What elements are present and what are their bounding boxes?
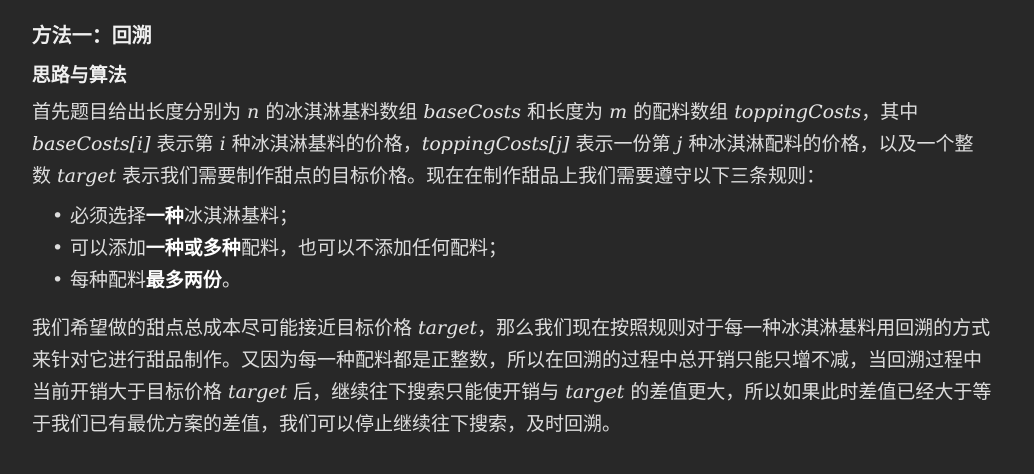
solution-article: 方法一：回溯 思路与算法 首先题目给出长度分别为 n 的冰淇淋基料数组 base… bbox=[0, 0, 1034, 474]
bullet-icon: • bbox=[52, 269, 64, 291]
conclusion-text: 后，继续往下搜索只能使开销与 bbox=[287, 381, 566, 403]
bullet-icon: • bbox=[52, 205, 64, 227]
rule-text: 每种配料 bbox=[70, 269, 147, 291]
math-n: n bbox=[247, 101, 260, 123]
intro-text: 表示第 bbox=[150, 133, 220, 155]
rule-text: 必须选择 bbox=[70, 205, 147, 227]
rule-text: 冰淇淋基料； bbox=[184, 205, 299, 227]
intro-text: 表示我们需要制作甜点的目标价格。现在在制作甜品上我们需要遵守以下三条规则： bbox=[116, 165, 826, 187]
math-target: target bbox=[418, 317, 478, 339]
rule-emphasis: 最多两份 bbox=[146, 269, 223, 291]
rule-text: 。 bbox=[222, 269, 242, 291]
math-m: m bbox=[609, 101, 628, 123]
subsection-heading: 思路与算法 bbox=[32, 64, 128, 86]
intro-text: 表示一份第 bbox=[569, 133, 677, 155]
conclusion-text: 我们希望做的甜点总成本尽可能接近目标价格 bbox=[32, 317, 419, 339]
conclusion-paragraph: 我们希望做的甜点总成本尽可能接近目标价格 target，那么我们现在按照规则对于… bbox=[32, 312, 992, 440]
intro-text: 首先题目给出长度分别为 bbox=[32, 101, 248, 123]
math-basecosts-i: baseCosts[i] bbox=[32, 133, 151, 155]
list-item: • 每种配料最多两份。 bbox=[52, 264, 1034, 296]
rule-emphasis: 一种 bbox=[146, 205, 185, 227]
math-target: target bbox=[565, 381, 625, 403]
math-target: target bbox=[57, 165, 117, 187]
bullet-icon: • bbox=[52, 237, 64, 259]
intro-text: 的配料数组 bbox=[627, 101, 735, 123]
math-toppingcosts: toppingCosts bbox=[734, 101, 862, 123]
rule-text: 可以添加 bbox=[70, 237, 147, 259]
math-target: target bbox=[228, 381, 288, 403]
math-basecosts: baseCosts bbox=[423, 101, 521, 123]
math-toppingcosts-j: toppingCosts[j] bbox=[421, 133, 570, 155]
intro-text: ，其中 bbox=[861, 101, 919, 123]
list-item: • 必须选择一种冰淇淋基料； bbox=[52, 200, 1034, 232]
rule-text: 配料，也可以不添加任何配料； bbox=[241, 237, 508, 259]
list-item: • 可以添加一种或多种配料，也可以不添加任何配料； bbox=[52, 232, 1034, 264]
intro-text: 的冰淇淋基料数组 bbox=[259, 101, 424, 123]
intro-text: 种冰淇淋基料的价格， bbox=[225, 133, 422, 155]
intro-paragraph: 首先题目给出长度分别为 n 的冰淇淋基料数组 baseCosts 和长度为 m … bbox=[32, 96, 992, 192]
intro-text: 和长度为 bbox=[521, 101, 610, 123]
section-heading: 方法一：回溯 bbox=[32, 23, 152, 47]
rules-list: • 必须选择一种冰淇淋基料； • 可以添加一种或多种配料，也可以不添加任何配料； •… bbox=[32, 200, 1034, 296]
rule-emphasis: 一种或多种 bbox=[146, 237, 242, 259]
